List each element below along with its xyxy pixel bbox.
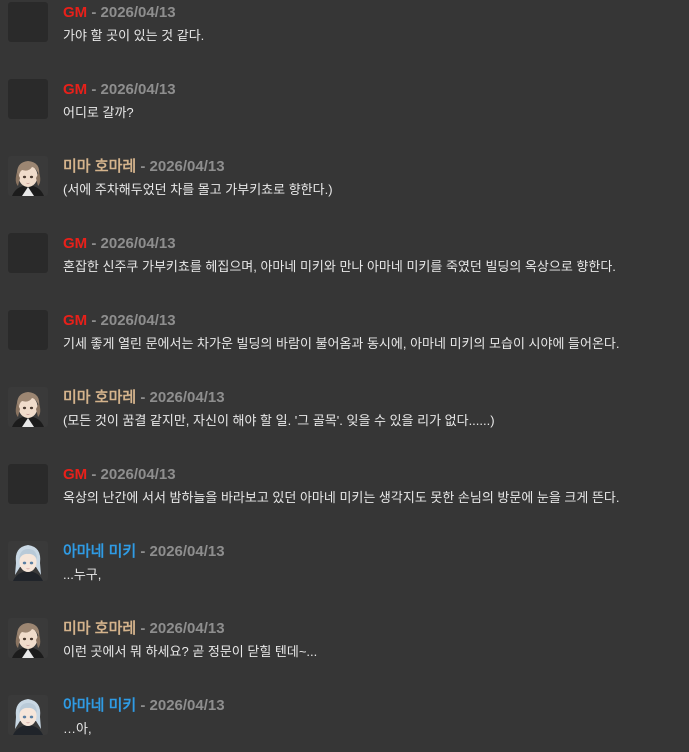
gm-avatar-placeholder[interactable] bbox=[8, 233, 48, 273]
message-text: 옥상의 난간에 서서 밤하늘을 바라보고 있던 아마네 미키는 생각지도 못한 … bbox=[63, 490, 620, 505]
gm-avatar-placeholder[interactable] bbox=[8, 2, 48, 42]
amane-avatar[interactable] bbox=[8, 541, 48, 581]
chat-message: GM - 2026/04/13 어디로 갈까? bbox=[0, 77, 689, 154]
timestamp: 2026/04/13 bbox=[149, 697, 225, 714]
chat-message: 미마 호마레 - 2026/04/13 이런 곳에서 뭐 하세요? 곧 정문이 … bbox=[0, 616, 689, 693]
amane-portrait-icon bbox=[8, 695, 48, 735]
gm-avatar-placeholder[interactable] bbox=[8, 310, 48, 350]
message-text: (모든 것이 꿈결 같지만, 자신이 해야 할 일. '그 골목'. 잊을 수 … bbox=[63, 413, 495, 428]
message-header: GM - 2026/04/13 bbox=[63, 312, 176, 330]
message-header: GM - 2026/04/13 bbox=[63, 81, 176, 99]
message-text: 어디로 갈까? bbox=[63, 105, 134, 120]
speaker-name[interactable]: 미마 호마레 bbox=[63, 620, 136, 637]
message-header: GM - 2026/04/13 bbox=[63, 466, 176, 484]
message-header: 미마 호마레 - 2026/04/13 bbox=[63, 389, 225, 407]
mima-avatar[interactable] bbox=[8, 618, 48, 658]
separator: - bbox=[136, 158, 150, 175]
separator: - bbox=[87, 312, 101, 329]
chat-message: 미마 호마레 - 2026/04/13 (서에 주차해두었던 차를 몰고 가부키… bbox=[0, 154, 689, 231]
separator: - bbox=[136, 543, 150, 560]
timestamp: 2026/04/13 bbox=[100, 235, 176, 252]
message-header: 미마 호마레 - 2026/04/13 bbox=[63, 620, 225, 638]
separator: - bbox=[87, 81, 101, 98]
timestamp: 2026/04/13 bbox=[149, 543, 225, 560]
mima-avatar[interactable] bbox=[8, 387, 48, 427]
message-text: 혼잡한 신주쿠 가부키쵸를 헤집으며, 아마네 미키와 만나 아마네 미키를 죽… bbox=[63, 259, 616, 274]
timestamp: 2026/04/13 bbox=[149, 620, 225, 637]
separator: - bbox=[136, 697, 150, 714]
message-header: GM - 2026/04/13 bbox=[63, 235, 176, 253]
gm-avatar-placeholder[interactable] bbox=[8, 464, 48, 504]
message-text: ...누구, bbox=[63, 567, 102, 582]
speaker-name[interactable]: GM bbox=[63, 466, 87, 483]
speaker-name[interactable]: 아마네 미키 bbox=[63, 543, 136, 560]
chat-message: 아마네 미키 - 2026/04/13 …아, bbox=[0, 693, 689, 752]
mima-portrait-icon bbox=[8, 387, 48, 427]
timestamp: 2026/04/13 bbox=[100, 312, 176, 329]
timestamp: 2026/04/13 bbox=[100, 466, 176, 483]
speaker-name[interactable]: 아마네 미키 bbox=[63, 697, 136, 714]
speaker-name[interactable]: GM bbox=[63, 81, 87, 98]
timestamp: 2026/04/13 bbox=[149, 389, 225, 406]
separator: - bbox=[136, 389, 150, 406]
mima-portrait-icon bbox=[8, 156, 48, 196]
amane-avatar[interactable] bbox=[8, 695, 48, 735]
message-header: GM - 2026/04/13 bbox=[63, 4, 176, 22]
timestamp: 2026/04/13 bbox=[100, 4, 176, 21]
gm-avatar-placeholder[interactable] bbox=[8, 79, 48, 119]
message-text: 이런 곳에서 뭐 하세요? 곧 정문이 닫힐 텐데~... bbox=[63, 644, 318, 659]
separator: - bbox=[87, 4, 101, 21]
chat-message: GM - 2026/04/13 가야 할 곳이 있는 것 같다. bbox=[0, 0, 689, 77]
timestamp: 2026/04/13 bbox=[100, 81, 176, 98]
message-header: 미마 호마레 - 2026/04/13 bbox=[63, 158, 225, 176]
speaker-name[interactable]: GM bbox=[63, 312, 87, 329]
speaker-name[interactable]: 미마 호마레 bbox=[63, 158, 136, 175]
chat-message: 아마네 미키 - 2026/04/13 ...누구, bbox=[0, 539, 689, 616]
timestamp: 2026/04/13 bbox=[149, 158, 225, 175]
separator: - bbox=[87, 466, 101, 483]
speaker-name[interactable]: GM bbox=[63, 4, 87, 21]
mima-avatar[interactable] bbox=[8, 156, 48, 196]
message-text: (서에 주차해두었던 차를 몰고 가부키쵸로 향한다.) bbox=[63, 182, 333, 197]
message-text: …아, bbox=[63, 721, 92, 736]
mima-portrait-icon bbox=[8, 618, 48, 658]
chat-message: GM - 2026/04/13 옥상의 난간에 서서 밤하늘을 바라보고 있던 … bbox=[0, 462, 689, 539]
chat-message: 미마 호마레 - 2026/04/13 (모든 것이 꿈결 같지만, 자신이 해… bbox=[0, 385, 689, 462]
message-header: 아마네 미키 - 2026/04/13 bbox=[63, 543, 225, 561]
chat-message: GM - 2026/04/13 혼잡한 신주쿠 가부키쵸를 헤집으며, 아마네 … bbox=[0, 231, 689, 308]
speaker-name[interactable]: 미마 호마레 bbox=[63, 389, 136, 406]
message-text: 기세 좋게 열린 문에서는 차가운 빌딩의 바람이 불어옴과 동시에, 아마네 … bbox=[63, 336, 620, 351]
chat-log: GM - 2026/04/13 가야 할 곳이 있는 것 같다. GM - 20… bbox=[0, 0, 689, 752]
message-text: 가야 할 곳이 있는 것 같다. bbox=[63, 28, 205, 43]
chat-message: GM - 2026/04/13 기세 좋게 열린 문에서는 차가운 빌딩의 바람… bbox=[0, 308, 689, 385]
separator: - bbox=[87, 235, 101, 252]
message-header: 아마네 미키 - 2026/04/13 bbox=[63, 697, 225, 715]
separator: - bbox=[136, 620, 150, 637]
speaker-name[interactable]: GM bbox=[63, 235, 87, 252]
amane-portrait-icon bbox=[8, 541, 48, 581]
